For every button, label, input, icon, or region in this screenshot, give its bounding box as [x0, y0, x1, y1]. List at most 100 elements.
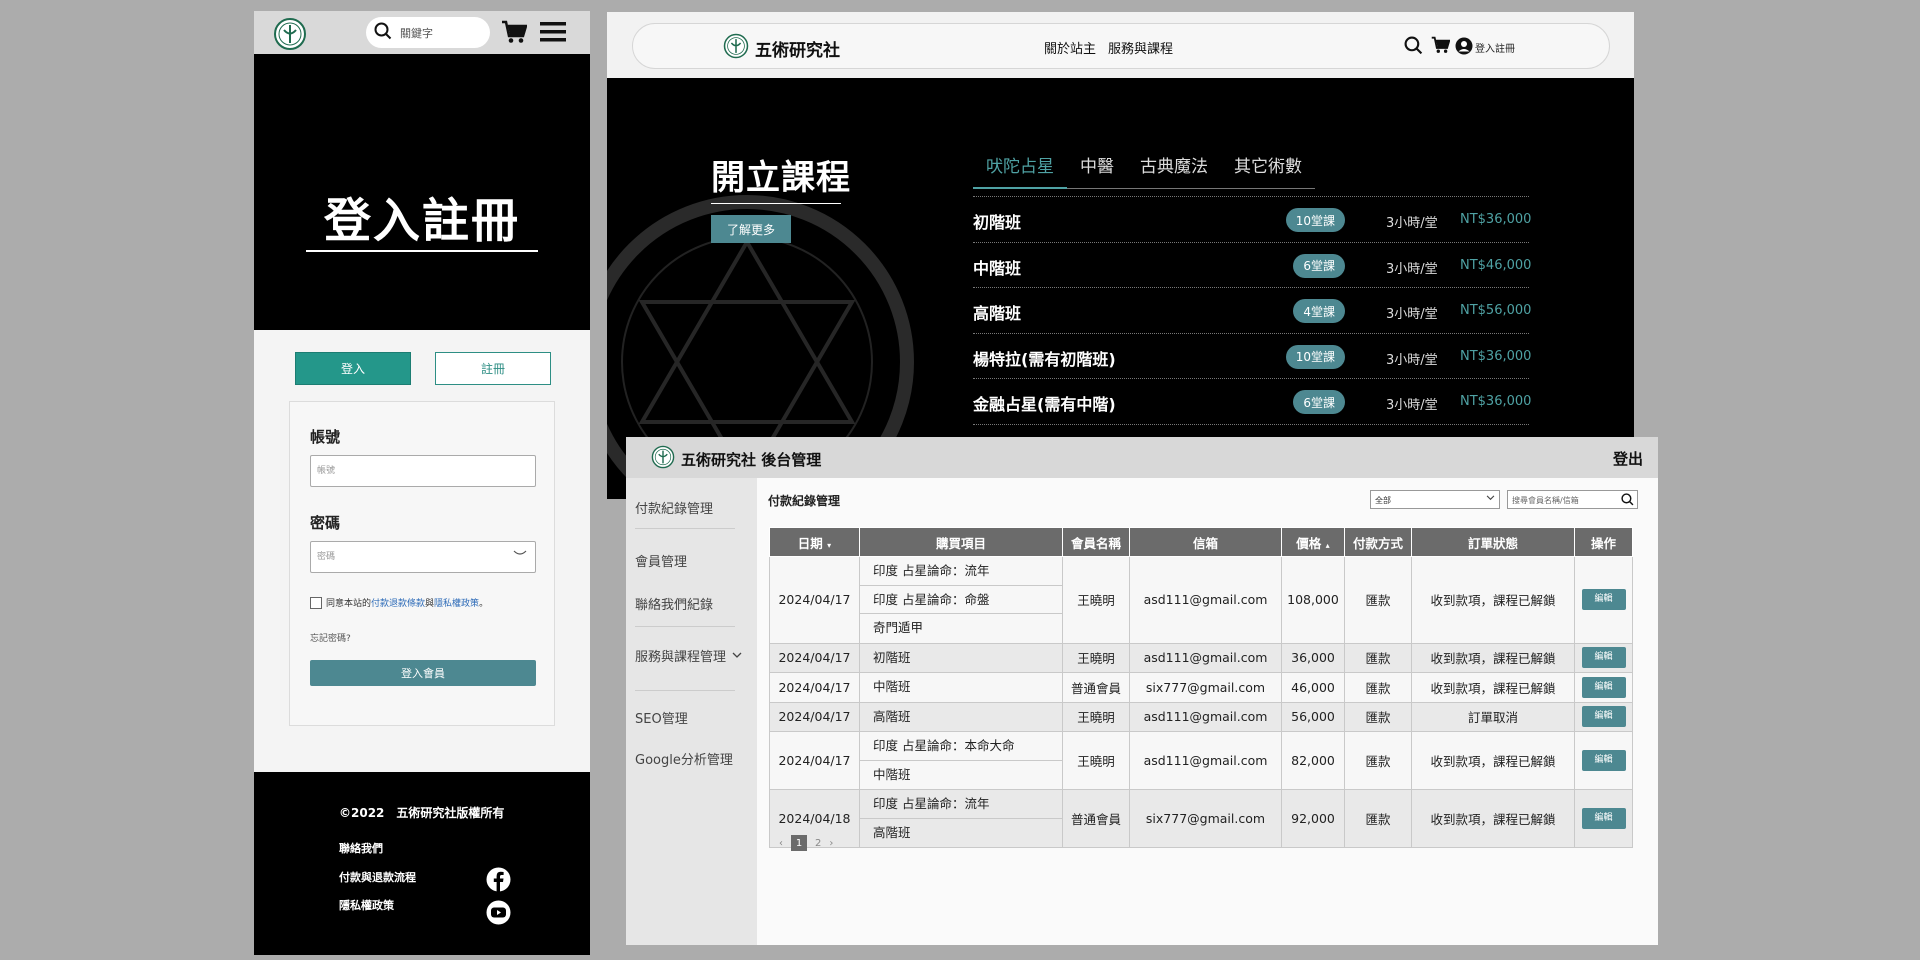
search-placeholder: 搜尋會員名稱/信箱	[1512, 496, 1579, 505]
agree-mid: 與	[425, 599, 435, 609]
search-icon[interactable]	[1404, 36, 1423, 59]
footer-link-payment[interactable]: 付款與退款流程	[339, 869, 416, 885]
cell-action: 編輯	[1574, 701, 1633, 732]
pager-page-1[interactable]: 1	[791, 835, 807, 851]
tab-chinese-medicine[interactable]: 中醫	[1067, 152, 1127, 189]
brand-name: 五術研究社	[755, 40, 840, 61]
tab-classical-magic[interactable]: 古典魔法	[1127, 152, 1221, 189]
sidebar-item-seo[interactable]: SEO管理	[635, 708, 688, 727]
facebook-icon[interactable]	[486, 867, 511, 896]
sessions-badge: 6堂課	[1293, 390, 1345, 414]
sidebar-item-contact-records[interactable]: 聯絡我們紀錄	[635, 594, 713, 613]
sidebar-item-services[interactable]: 服務與課程管理	[635, 646, 742, 665]
edit-button[interactable]: 編輯	[1581, 808, 1626, 829]
cell-items: 中階班	[859, 672, 1063, 703]
brand-logo[interactable]: 五術研究社	[723, 33, 840, 63]
logo-emblem-icon	[723, 33, 749, 63]
course-row[interactable]: 高階班 4堂課 3小時/堂 NT$56,000	[973, 288, 1532, 334]
edit-button[interactable]: 編輯	[1581, 647, 1626, 669]
sessions-badge: 6堂課	[1293, 253, 1345, 278]
tab-register[interactable]: 註冊	[435, 352, 551, 385]
edit-button[interactable]: 編輯	[1581, 706, 1626, 728]
status-filter-select[interactable]: 全部	[1370, 490, 1500, 509]
edit-button[interactable]: 編輯	[1581, 676, 1626, 698]
footer-link-privacy[interactable]: 隱私權政策	[339, 897, 394, 913]
tab-login[interactable]: 登入	[295, 352, 411, 385]
section-title: 開立課程	[711, 158, 851, 198]
password-field[interactable]: 密碼	[310, 541, 536, 573]
cell-date: 2024/04/17	[769, 556, 860, 644]
cell-email: six777@gmail.com	[1129, 672, 1282, 703]
logo-emblem-icon[interactable]	[273, 17, 307, 55]
edit-button[interactable]: 編輯	[1581, 589, 1626, 611]
logout-button[interactable]: 登出	[1613, 448, 1643, 469]
table-row: 2024/04/17 中階班 普通會員 six777@gmail.com 46,…	[769, 672, 1633, 703]
table-row: 2024/04/18 印度 占星論命：流年 高階班 普通會員 six777@gm…	[769, 789, 1633, 848]
cell-price: 82,000	[1281, 731, 1345, 790]
purchase-item: 印度 占星論命：命盤	[860, 586, 1062, 614]
sidebar-item-members[interactable]: 會員管理	[635, 551, 687, 570]
cell-status: 收到款項，課程已解鎖	[1411, 731, 1575, 790]
cell-status: 收到款項，課程已解鎖	[1411, 642, 1575, 673]
hamburger-menu-icon[interactable]	[540, 21, 566, 47]
forgot-password-link[interactable]: 忘記密碼?	[310, 631, 351, 644]
course-duration: 3小時/堂	[1386, 261, 1438, 277]
purchase-item: 印度 占星論命：流年	[860, 557, 1062, 586]
cell-date: 2024/04/17	[769, 731, 860, 790]
cell-email: six777@gmail.com	[1129, 789, 1282, 848]
cell-items: 印度 占星論命：流年 高階班	[859, 789, 1063, 848]
purchase-item: 中階班	[873, 766, 911, 782]
pager-next[interactable]: ›	[829, 838, 833, 849]
pager-page-2[interactable]: 2	[815, 838, 821, 849]
search-icon[interactable]	[1621, 493, 1634, 508]
pager-prev[interactable]: ‹	[779, 838, 783, 849]
admin-dashboard: 五術研究社 後台管理 登出 付款紀錄管理 會員管理 聯絡我們紀錄 服務與課程管理…	[626, 437, 1658, 945]
course-price: NT$56,000	[1460, 303, 1532, 318]
cell-email: asd111@gmail.com	[1129, 701, 1282, 732]
tab-vedic-astrology[interactable]: 吠陀占星	[973, 152, 1067, 189]
cart-icon[interactable]	[1431, 36, 1451, 58]
column-header-status: 訂單狀態	[1411, 527, 1575, 557]
sidebar-divider	[635, 690, 735, 691]
course-price: NT$36,000	[1460, 394, 1532, 409]
agree-suffix: 。	[479, 599, 489, 609]
column-header-price[interactable]: 價格 ▴	[1281, 527, 1345, 557]
cell-action: 編輯	[1574, 642, 1633, 673]
footer-link-contact[interactable]: 聯絡我們	[339, 840, 383, 856]
search-input[interactable]: 關鍵字	[366, 17, 490, 48]
cell-action: 編輯	[1574, 672, 1633, 703]
menu-item-services[interactable]: 服務與課程	[1108, 38, 1173, 57]
member-search-input[interactable]: 搜尋會員名稱/信箱	[1507, 490, 1638, 509]
privacy-link[interactable]: 隱私權政策	[434, 596, 479, 609]
course-row[interactable]: 中階班 6堂課 3小時/堂 NT$46,000	[973, 243, 1531, 288]
cell-member: 王曉明	[1062, 642, 1130, 673]
column-header-date[interactable]: 日期 ▾	[769, 527, 860, 557]
cell-member: 王曉明	[1062, 701, 1130, 732]
login-register-link[interactable]: 登入註冊	[1455, 37, 1515, 58]
purchase-item: 高階班	[873, 708, 911, 724]
column-header-items: 購買項目	[859, 527, 1063, 557]
navbar: 五術研究社 關於站主 服務與課程 登入註冊	[632, 23, 1610, 69]
refund-terms-link[interactable]: 付款退款條款	[371, 596, 425, 609]
tab-other-arts[interactable]: 其它術數	[1221, 152, 1315, 189]
edit-button[interactable]: 編輯	[1581, 750, 1626, 771]
sidebar-item-payments[interactable]: 付款紀錄管理	[635, 498, 713, 517]
learn-more-button[interactable]: 了解更多	[711, 215, 791, 243]
admin-brand[interactable]: 五術研究社 後台管理	[651, 445, 821, 473]
account-field[interactable]: 帳號	[310, 455, 536, 487]
cell-email: asd111@gmail.com	[1129, 731, 1282, 790]
login-submit-button[interactable]: 登入會員	[310, 660, 536, 686]
sessions-badge: 10堂課	[1285, 344, 1345, 369]
eye-closed-icon[interactable]	[513, 549, 527, 560]
youtube-icon[interactable]	[486, 900, 511, 929]
cart-icon[interactable]	[501, 20, 528, 48]
course-row[interactable]: 楊特拉(需有初階班) 10堂課 3小時/堂 NT$36,000	[973, 334, 1531, 379]
purchase-item: 中階班	[873, 679, 911, 694]
menu-item-about[interactable]: 關於站主	[1044, 38, 1096, 57]
cell-price: 92,000	[1281, 789, 1345, 848]
sessions-badge: 10堂課	[1285, 208, 1345, 232]
course-row[interactable]: 初階班 10堂課 3小時/堂 NT$36,000	[973, 197, 1531, 243]
course-row[interactable]: 金融占星(需有中階) 6堂課 3小時/堂 NT$36,000	[973, 379, 1532, 425]
sidebar-item-google-analytics[interactable]: Google分析管理	[635, 749, 733, 768]
agree-checkbox[interactable]	[310, 596, 322, 609]
